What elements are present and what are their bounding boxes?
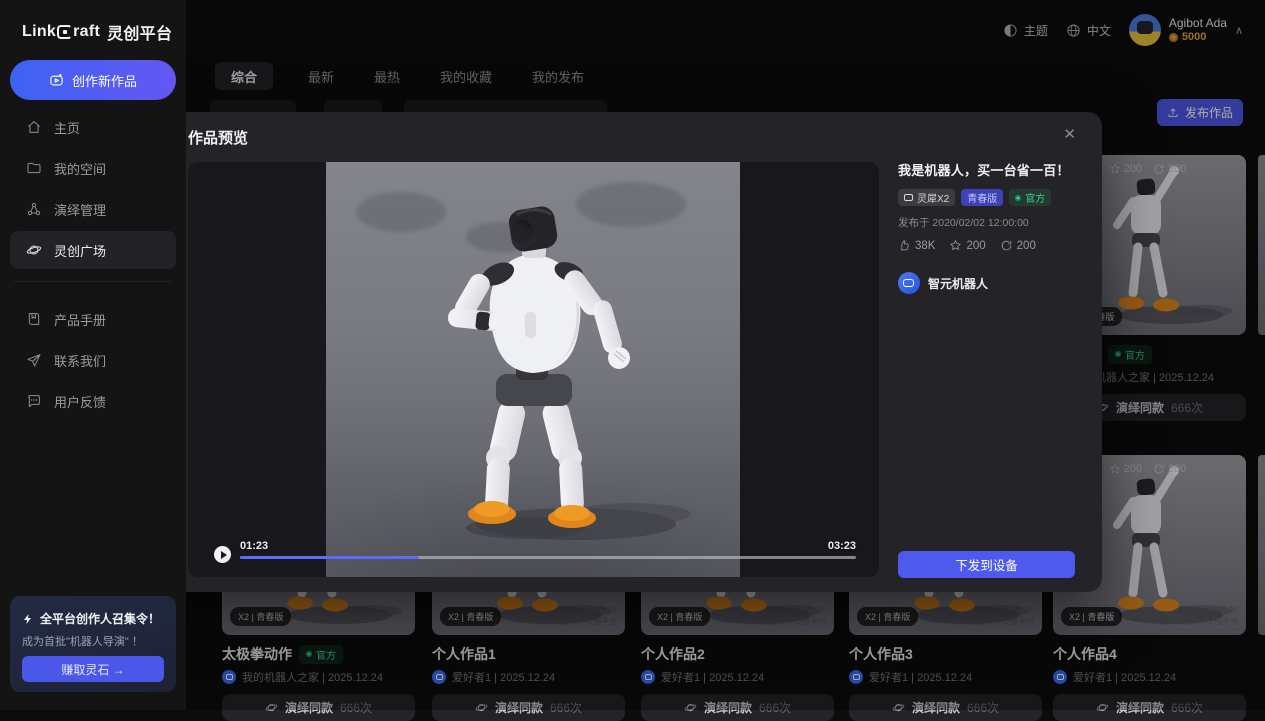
model-badge-label: 灵犀X2 <box>917 190 949 205</box>
like-button[interactable]: 38K <box>898 239 935 252</box>
modal-title: 作品预览 <box>188 127 248 148</box>
promo-subtitle: 成为首批"机器人导演" ！ <box>22 633 164 649</box>
sidebar-divider <box>14 281 172 282</box>
sidebar-item-user-feedback[interactable]: 用户反馈 <box>10 382 176 420</box>
book-icon <box>26 311 42 327</box>
promo-title: 全平台创作人召集令！ <box>40 610 160 627</box>
star-count: 200 <box>966 240 985 252</box>
author-row[interactable]: 智元机器人 <box>898 272 1076 294</box>
home-icon <box>26 119 42 135</box>
current-time: 01:23 <box>240 540 268 552</box>
author-name: 智元机器人 <box>928 275 988 292</box>
sidebar-item-label: 联系我们 <box>54 351 106 370</box>
official-badge: 官方 <box>1009 189 1051 206</box>
model-badge: 灵犀X2 <box>898 189 955 206</box>
edition-badge: 青春版 <box>961 189 1003 206</box>
sidebar-item-home[interactable]: 主页 <box>10 108 176 146</box>
create-new-work-button[interactable]: 创作新作品 <box>10 60 176 100</box>
work-preview-modal: 作品预览 ✕ <box>162 112 1102 592</box>
sidebar-item-label: 主页 <box>54 118 80 137</box>
creator-recruit-banner: 全平台创作人召集令！ 成为首批"机器人导演" ！ 赚取灵石 → <box>10 596 176 692</box>
send-icon <box>26 352 42 368</box>
create-label: 创作新作品 <box>72 71 137 90</box>
share-icon <box>1000 239 1013 252</box>
sidebar-item-my-space[interactable]: 我的空间 <box>10 149 176 187</box>
like-count: 38K <box>915 240 935 252</box>
brand-c-icon <box>57 25 72 39</box>
earn-lingstone-button[interactable]: 赚取灵石 → <box>22 656 164 682</box>
progress-bar[interactable] <box>240 556 856 559</box>
brand-text-post: raft <box>73 23 100 41</box>
lightning-icon <box>22 613 34 625</box>
sidebar-item-performance-management[interactable]: 演绎管理 <box>10 190 176 228</box>
like-icon <box>898 239 911 252</box>
deploy-to-device-button[interactable]: 下发到设备 <box>898 551 1075 578</box>
sidebar-item-product-manual[interactable]: 产品手册 <box>10 300 176 338</box>
create-video-icon <box>49 73 64 88</box>
close-icon[interactable]: ✕ <box>1063 125 1076 143</box>
feedback-icon <box>26 393 42 409</box>
screen-icon <box>904 194 913 201</box>
brand-logo: Link raft 灵创平台 <box>22 20 172 44</box>
work-title: 我是机器人，买一台省一百！ <box>898 160 1076 179</box>
share-button[interactable]: 200 <box>1000 239 1036 252</box>
star-icon <box>949 239 962 252</box>
sidebar-item-label: 灵创广场 <box>54 241 106 260</box>
brand-text-cn: 灵创平台 <box>107 20 172 44</box>
share-count: 200 <box>1017 240 1036 252</box>
work-info-panel: 我是机器人，买一台省一百！ 灵犀X2 青春版 官方 发布于 2020/02/02… <box>898 160 1076 294</box>
planet-icon <box>26 242 42 258</box>
publish-date: 发布于 2020/02/02 12:00:00 <box>898 215 1076 230</box>
star-button[interactable]: 200 <box>949 239 985 252</box>
official-dot-icon <box>1015 195 1021 201</box>
work-stats: 38K 200 200 <box>898 239 1076 252</box>
brand-text-pre: Link <box>22 23 56 41</box>
official-label: 官方 <box>1025 190 1045 205</box>
sidebar: Link raft 灵创平台 创作新作品 主页 我的空间 演绎管理 灵创广场 产品… <box>0 0 186 710</box>
play-button[interactable] <box>214 546 231 563</box>
progress-fill <box>240 556 419 559</box>
author-avatar-icon <box>898 272 920 294</box>
sidebar-item-label: 演绎管理 <box>54 200 106 219</box>
total-time: 03:23 <box>828 540 856 552</box>
sidebar-item-contact-us[interactable]: 联系我们 <box>10 341 176 379</box>
sidebar-item-label: 产品手册 <box>54 310 106 329</box>
nodes-icon <box>26 201 42 217</box>
video-player[interactable]: 01:23 03:23 <box>188 162 879 577</box>
folder-icon <box>26 160 42 176</box>
video-frame <box>326 162 740 577</box>
sidebar-item-label: 我的空间 <box>54 159 106 178</box>
sidebar-item-label: 用户反馈 <box>54 392 106 411</box>
sidebar-item-lingchuang-plaza[interactable]: 灵创广场 <box>10 231 176 269</box>
